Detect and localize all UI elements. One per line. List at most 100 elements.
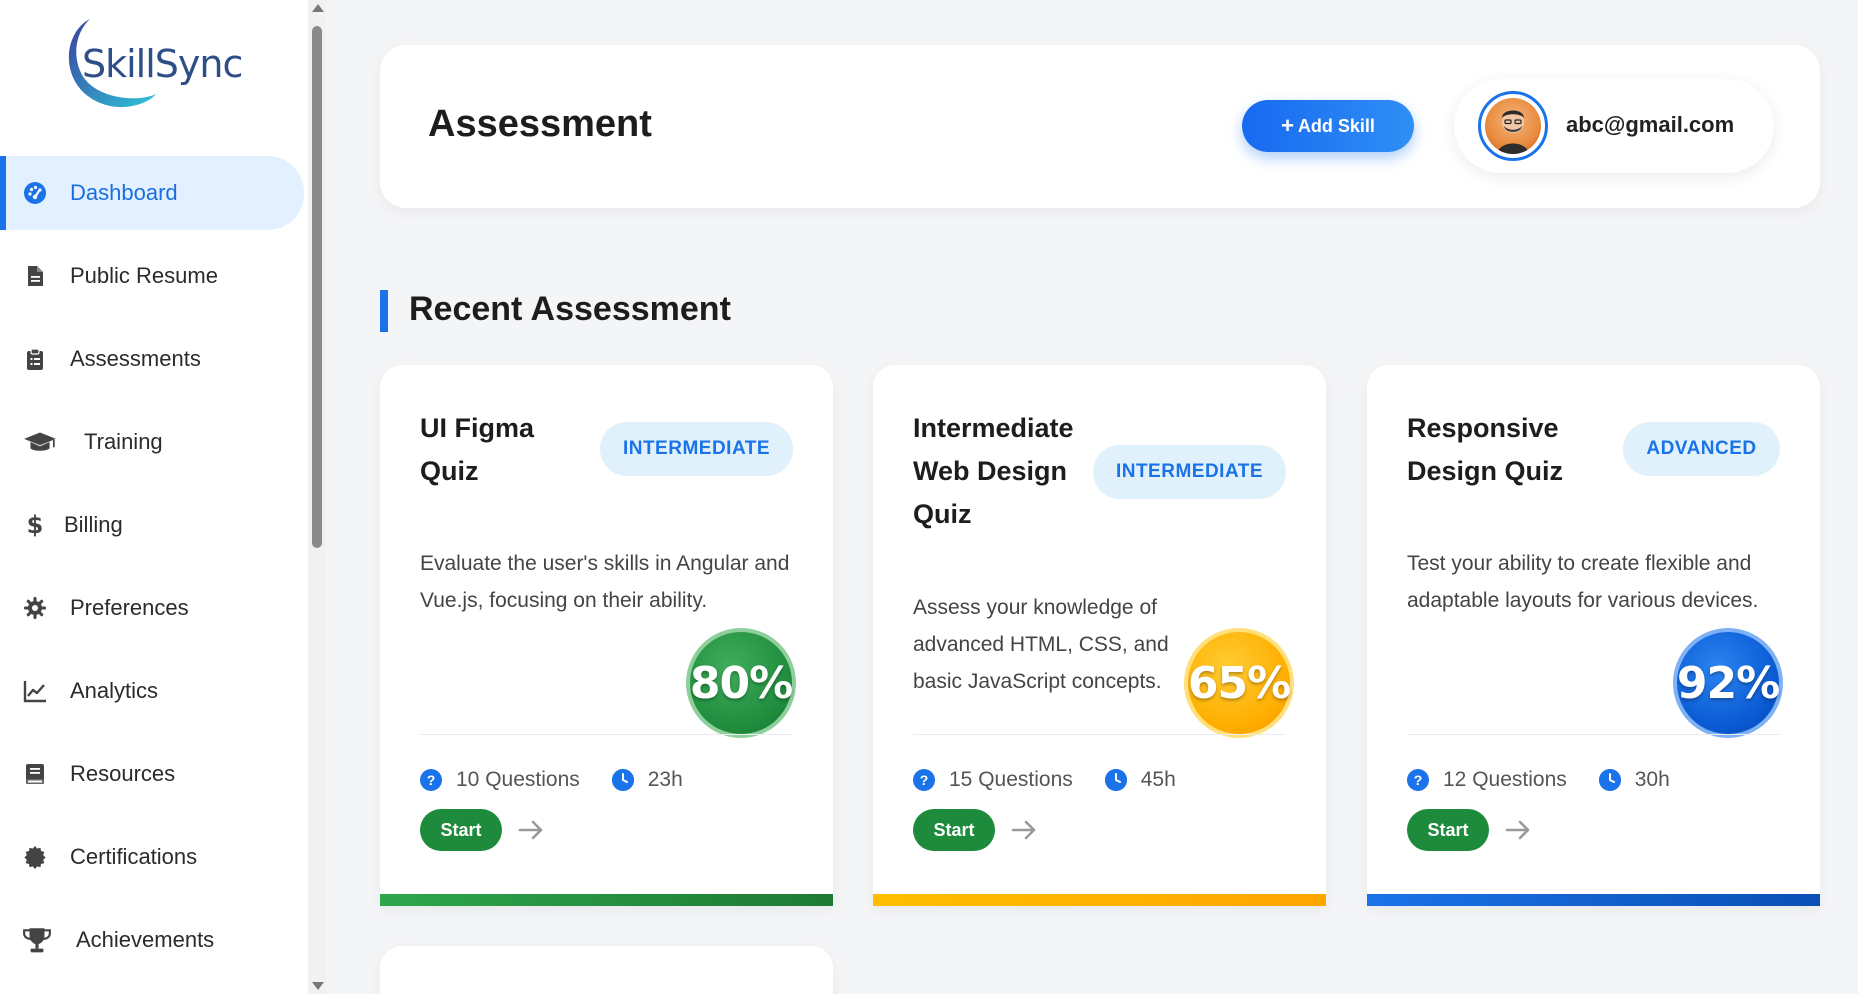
question-count: 12 Questions bbox=[1443, 768, 1567, 791]
user-profile-pill[interactable]: abc@gmail.com bbox=[1454, 79, 1774, 173]
section-accent-bar bbox=[380, 290, 388, 332]
question-circle-icon: ? bbox=[1407, 769, 1429, 791]
user-email: abc@gmail.com bbox=[1566, 112, 1735, 137]
sidebar-item-achievements[interactable]: Achievements bbox=[0, 903, 308, 977]
sidebar-item-label: Training bbox=[84, 429, 163, 454]
sidebar-scrollbar[interactable] bbox=[308, 0, 326, 994]
clock-icon bbox=[1598, 769, 1621, 791]
card-title-line: Web Design bbox=[913, 456, 1068, 486]
sidebar-item-label: Resources bbox=[70, 761, 176, 786]
arrow-right-icon[interactable] bbox=[1009, 815, 1039, 845]
sidebar-item-certifications[interactable]: Certifications bbox=[0, 820, 308, 894]
page-title: Assessment bbox=[428, 103, 652, 145]
sidebar: SkillSync Dashboard Public Resume Assess… bbox=[0, 0, 308, 994]
card-description: Test your ability to create flexible and… bbox=[1407, 552, 1759, 612]
card-title-line: Responsive bbox=[1407, 413, 1559, 443]
question-count: 15 Questions bbox=[949, 768, 1073, 791]
sidebar-item-billing[interactable]: $ Billing bbox=[0, 488, 308, 562]
dollar-icon: $ bbox=[22, 512, 48, 538]
sidebar-nav: Dashboard Public Resume Assessments Trai… bbox=[0, 156, 308, 986]
start-button[interactable]: Start bbox=[913, 809, 995, 851]
assessment-card: Intermediate Web Design Quiz INTERMEDIAT… bbox=[873, 365, 1326, 906]
card-meta: ? 10 Questions 23h bbox=[420, 765, 683, 795]
card-title: Intermediate Web Design Quiz bbox=[913, 407, 1074, 536]
score-badge: 92% bbox=[1673, 628, 1783, 738]
sidebar-item-training[interactable]: Training bbox=[0, 405, 308, 479]
certificate-icon bbox=[22, 844, 48, 870]
graduation-cap-icon bbox=[22, 429, 58, 455]
plus-icon: + bbox=[1281, 113, 1294, 138]
card-meta: ? 15 Questions 45h bbox=[913, 765, 1176, 795]
skillsync-logo[interactable]: SkillSync bbox=[60, 14, 243, 116]
line-chart-icon bbox=[22, 678, 48, 704]
card-color-bar bbox=[380, 894, 833, 906]
question-circle-icon: ? bbox=[420, 769, 442, 791]
trophy-icon bbox=[22, 927, 52, 953]
card-divider bbox=[913, 734, 1286, 735]
sidebar-item-public-resume[interactable]: Public Resume bbox=[0, 239, 308, 313]
level-badge: INTERMEDIATE bbox=[1093, 445, 1286, 499]
sidebar-item-label: Preferences bbox=[70, 595, 189, 620]
card-title-line: Quiz bbox=[420, 456, 479, 486]
card-divider bbox=[420, 734, 793, 735]
card-meta: ? 12 Questions 30h bbox=[1407, 765, 1670, 795]
add-skill-button[interactable]: + Add Skill bbox=[1242, 100, 1414, 152]
duration: 45h bbox=[1140, 768, 1176, 791]
logo-text: SkillSync bbox=[82, 42, 243, 86]
header-card: Assessment + Add Skill abc@gmail.com bbox=[380, 45, 1820, 208]
document-icon bbox=[22, 263, 48, 289]
arrow-right-icon[interactable] bbox=[1503, 815, 1533, 845]
start-button[interactable]: Start bbox=[1407, 809, 1489, 851]
sidebar-item-analytics[interactable]: Analytics bbox=[0, 654, 308, 728]
duration: 23h bbox=[647, 768, 683, 791]
dashboard-gauge-icon bbox=[22, 180, 48, 206]
assessment-card-partial bbox=[380, 946, 833, 994]
level-badge: INTERMEDIATE bbox=[600, 422, 793, 476]
section-title: Recent Assessment bbox=[409, 290, 731, 328]
sidebar-item-label: Analytics bbox=[70, 678, 159, 703]
score-badge: 65% bbox=[1184, 628, 1294, 738]
scroll-up-arrow-icon[interactable] bbox=[312, 4, 324, 12]
sidebar-item-label: Assessments bbox=[70, 346, 201, 371]
card-title-line: Intermediate bbox=[913, 413, 1074, 443]
duration: 30h bbox=[1634, 768, 1670, 791]
card-title: UI Figma Quiz bbox=[420, 407, 534, 493]
sidebar-item-preferences[interactable]: Preferences bbox=[0, 571, 308, 645]
score-badge: 80% bbox=[686, 628, 796, 738]
card-description: Evaluate the user's skills in Angular an… bbox=[420, 552, 790, 612]
card-color-bar bbox=[1367, 894, 1820, 906]
arrow-right-icon[interactable] bbox=[516, 815, 546, 845]
svg-text:$: $ bbox=[27, 513, 44, 537]
book-icon bbox=[22, 761, 48, 787]
scroll-thumb[interactable] bbox=[312, 26, 322, 548]
question-circle-icon: ? bbox=[913, 769, 935, 791]
sidebar-item-assessments[interactable]: Assessments bbox=[0, 322, 308, 396]
clock-icon bbox=[611, 769, 634, 791]
add-skill-label: Add Skill bbox=[1297, 115, 1375, 136]
card-divider bbox=[1407, 734, 1780, 735]
assessment-card: UI Figma Quiz INTERMEDIATE Evaluate the … bbox=[380, 365, 833, 906]
sidebar-item-label: Public Resume bbox=[70, 263, 218, 288]
level-badge: ADVANCED bbox=[1623, 422, 1780, 476]
start-button[interactable]: Start bbox=[420, 809, 502, 851]
card-title-line: Quiz bbox=[913, 499, 972, 529]
sidebar-item-label: Billing bbox=[64, 512, 123, 537]
scroll-down-arrow-icon[interactable] bbox=[312, 982, 324, 990]
sidebar-item-label: Certifications bbox=[70, 844, 198, 869]
card-color-bar bbox=[873, 894, 1326, 906]
question-count: 10 Questions bbox=[456, 768, 580, 791]
card-title: Responsive Design Quiz bbox=[1407, 407, 1563, 493]
avatar-image bbox=[1485, 98, 1541, 154]
clock-icon bbox=[1104, 769, 1127, 791]
gear-icon bbox=[22, 595, 48, 621]
card-description: Assess your knowledge of advanced HTML, … bbox=[913, 596, 1169, 693]
avatar[interactable] bbox=[1478, 91, 1548, 161]
card-title-line: UI Figma bbox=[420, 413, 535, 443]
sidebar-item-label: Achievements bbox=[76, 927, 215, 952]
card-title-line: Design Quiz bbox=[1407, 456, 1564, 486]
sidebar-item-resources[interactable]: Resources bbox=[0, 737, 308, 811]
clipboard-icon bbox=[22, 346, 48, 372]
sidebar-item-label: Dashboard bbox=[70, 180, 178, 205]
sidebar-item-dashboard[interactable]: Dashboard bbox=[0, 156, 304, 230]
assessment-card: Responsive Design Quiz ADVANCED Test you… bbox=[1367, 365, 1820, 906]
